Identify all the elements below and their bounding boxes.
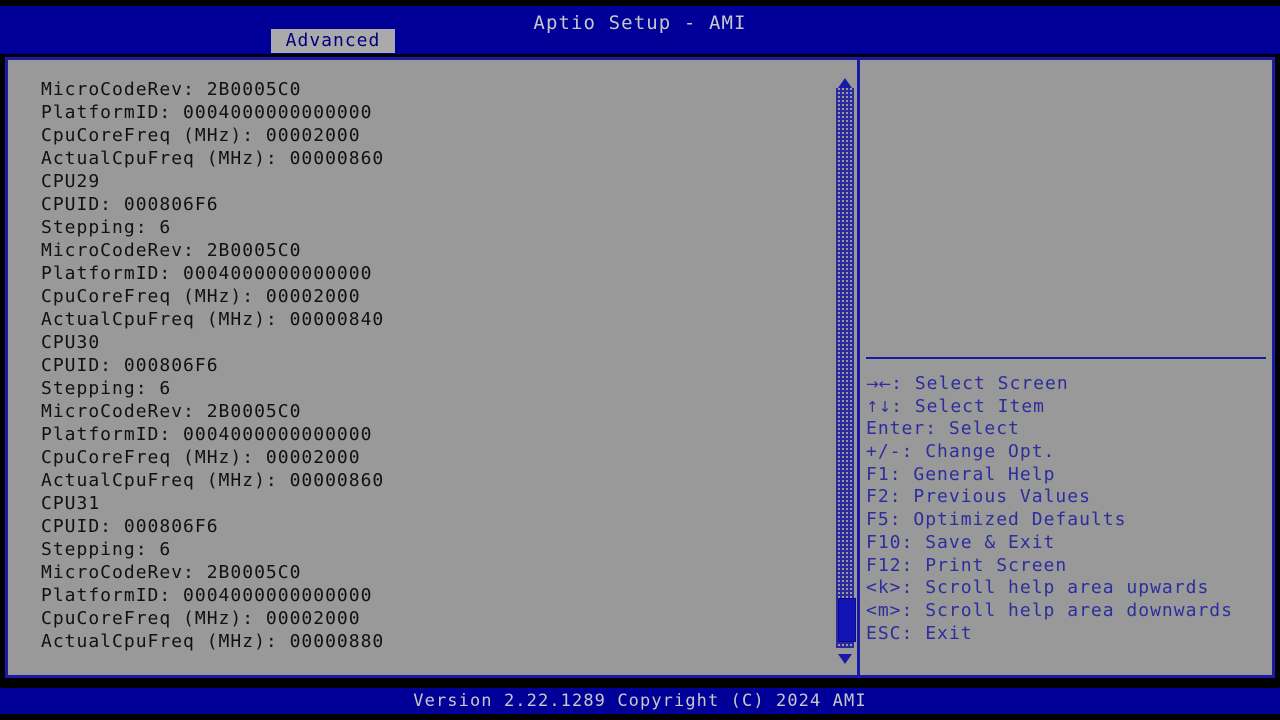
key-action-label: : Scroll help area downwards: [901, 599, 1233, 621]
cpu-info-line: CpuCoreFreq (MHz): 00002000: [41, 286, 361, 307]
cpu-info-line: PlatformID: 0004000000000000: [41, 102, 373, 123]
title-bar: Aptio Setup - AMI: [0, 6, 1280, 54]
cpu-info-line: MicroCodeRev: 2B0005C0: [41, 79, 302, 100]
cpu-info-line: CpuCoreFreq (MHz): 00002000: [41, 125, 361, 146]
key-label: <m>: [866, 599, 902, 621]
key-legend-item: F5: Optimized Defaults: [866, 509, 1270, 532]
cpu-info-line: MicroCodeRev: 2B0005C0: [41, 401, 302, 422]
cpu-info-line: PlatformID: 0004000000000000: [41, 585, 373, 606]
key-action-label: : Select Screen: [891, 373, 1069, 394]
help-pane: →←: Select Screen ↑↓: Select Item Enter: S…: [860, 60, 1272, 675]
key-action-label: : Select Item: [891, 395, 1046, 417]
version-text: Version 2.22.1289 Copyright (C) 2024 AMI: [413, 691, 867, 711]
cpu-info-list: MicroCodeRev: 2B0005C0 PlatformID: 000400…: [41, 78, 831, 653]
scrollbar-track[interactable]: [836, 88, 856, 648]
key-action-label: : Change Opt.: [901, 441, 1056, 463]
cpu-info-line: CPU29: [41, 171, 101, 192]
page-title: Aptio Setup - AMI: [533, 12, 747, 34]
key-label: F10: [866, 531, 902, 553]
content-pane: MicroCodeRev: 2B0005C0 PlatformID: 000400…: [8, 60, 848, 675]
content-scrollbar[interactable]: [834, 74, 856, 664]
key-legend-item: ESC: Exit: [866, 623, 1270, 646]
key-label: F12: [866, 554, 902, 576]
key-action-label: : Scroll help area upwards: [901, 577, 1210, 599]
key-action-label: : Previous Values: [889, 486, 1091, 508]
cpu-info-line: CPUID: 000806F6: [41, 516, 219, 537]
cpu-info-line: CpuCoreFreq (MHz): 00002000: [41, 608, 361, 629]
cpu-info-line: CPU30: [41, 332, 101, 353]
arrow-keys-icon: →←: [866, 375, 892, 393]
cpu-info-line: PlatformID: 0004000000000000: [41, 263, 373, 284]
key-legend-item: +/-: Change Opt.: [866, 441, 1270, 464]
key-legend-item: F10: Save & Exit: [866, 532, 1270, 555]
key-action-label: : Select: [925, 418, 1020, 440]
key-legend-item: F12: Print Screen: [866, 555, 1270, 578]
arrow-keys-icon: ↑↓: [866, 397, 892, 416]
key-legend-item: ↑↓: Select Item: [866, 396, 1270, 419]
main-frame: MicroCodeRev: 2B0005C0 PlatformID: 000400…: [5, 57, 1275, 678]
key-action-label: : General Help: [889, 463, 1056, 485]
cpu-info-line: ActualCpuFreq (MHz): 00000840: [41, 309, 385, 330]
scrollbar-thumb[interactable]: [838, 598, 856, 642]
footer-bar: Version 2.22.1289 Copyright (C) 2024 AMI: [0, 688, 1280, 714]
key-legend-item: <m>: Scroll help area downwards: [866, 600, 1270, 623]
key-legend-item: →←: Select Screen: [866, 373, 1270, 396]
cpu-info-line: ActualCpuFreq (MHz): 00000880: [41, 631, 385, 652]
help-separator: [866, 357, 1266, 359]
cpu-info-line: Stepping: 6: [41, 378, 172, 399]
key-legend-item: F2: Previous Values: [866, 486, 1270, 509]
key-legend-item: Enter: Select: [866, 418, 1270, 441]
cpu-info-line: ActualCpuFreq (MHz): 00000860: [41, 148, 385, 169]
cpu-info-line: CpuCoreFreq (MHz): 00002000: [41, 447, 361, 468]
key-legend-list: →←: Select Screen ↑↓: Select Item Enter: S…: [866, 373, 1270, 645]
key-label: +/-: [866, 441, 902, 463]
key-label: Enter: [866, 418, 926, 440]
scroll-up-arrow-icon[interactable]: [837, 74, 853, 88]
cpu-info-line: Stepping: 6: [41, 539, 172, 560]
key-action-label: : Optimized Defaults: [889, 509, 1127, 531]
key-action-label: : Print Screen: [901, 554, 1068, 576]
cpu-info-line: CPUID: 000806F6: [41, 194, 219, 215]
key-label: <k>: [866, 577, 902, 599]
key-label: F2: [866, 486, 890, 508]
key-legend-item: F1: General Help: [866, 464, 1270, 487]
cpu-info-line: CPUID: 000806F6: [41, 355, 219, 376]
scroll-down-arrow-icon[interactable]: [837, 650, 853, 664]
cpu-info-line: CPU31: [41, 493, 101, 514]
tab-advanced[interactable]: Advanced: [271, 29, 395, 53]
cpu-info-line: ActualCpuFreq (MHz): 00000860: [41, 470, 385, 491]
cpu-info-line: MicroCodeRev: 2B0005C0: [41, 562, 302, 583]
key-action-label: : Save & Exit: [901, 531, 1056, 553]
cpu-info-line: MicroCodeRev: 2B0005C0: [41, 240, 302, 261]
cpu-info-line: Stepping: 6: [41, 217, 172, 238]
key-label: F5: [866, 509, 890, 531]
bios-setup-screen: Aptio Setup - AMI Advanced MicroCodeRev:…: [0, 0, 1280, 720]
key-label: ESC: [866, 622, 902, 644]
key-legend-item: <k>: Scroll help area upwards: [866, 577, 1270, 600]
key-action-label: : Exit: [901, 622, 973, 644]
cpu-info-line: PlatformID: 0004000000000000: [41, 424, 373, 445]
key-label: F1: [866, 463, 890, 485]
